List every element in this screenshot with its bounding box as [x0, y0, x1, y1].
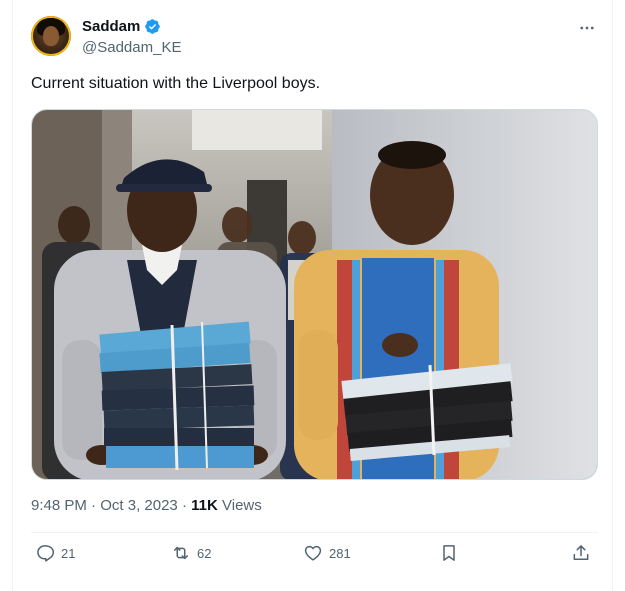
tweet-header: Saddam @Saddam_KE [31, 16, 601, 60]
reply-icon [37, 545, 55, 562]
like-button[interactable]: 281 [303, 543, 351, 563]
timeline-border-left [12, 0, 13, 591]
repost-count: 62 [197, 545, 212, 561]
handle[interactable]: @Saddam_KE [82, 39, 181, 56]
left-book-stack [99, 321, 255, 471]
tweet-date[interactable]: Oct 3, 2023 [100, 497, 178, 514]
name-row: Saddam [82, 18, 161, 35]
timeline-border-right [612, 0, 613, 591]
share-button[interactable] [571, 543, 591, 563]
meta-separator: · [91, 497, 101, 514]
views-count[interactable]: 11K [191, 497, 218, 514]
verified-badge-icon [145, 19, 161, 34]
like-count: 281 [329, 545, 351, 561]
more-horizontal-icon[interactable] [577, 18, 597, 38]
photo-illustration [32, 110, 597, 479]
avatar[interactable] [31, 16, 71, 56]
bookmark-icon [443, 545, 455, 561]
repost-button[interactable]: 62 [171, 543, 211, 563]
tweet-meta: 9:48 PM · Oct 3, 2023 · 11K Views [31, 497, 262, 514]
repost-icon [174, 546, 188, 560]
heart-icon [304, 545, 322, 561]
tweet-text: Current situation with the Liverpool boy… [31, 75, 321, 92]
share-icon [573, 545, 589, 560]
action-bar: 21 62 281 [31, 543, 598, 569]
display-name[interactable]: Saddam [82, 18, 140, 35]
bookmark-button[interactable] [439, 543, 459, 563]
tweet-media-photo[interactable] [31, 109, 598, 480]
reply-button[interactable]: 21 [35, 543, 75, 563]
avatar-face [43, 26, 59, 46]
reply-count: 21 [61, 545, 76, 561]
meta-separator-2: · [181, 497, 192, 514]
action-divider [31, 532, 598, 533]
views-label[interactable]: Views [222, 497, 262, 514]
tweet-time[interactable]: 9:48 PM [31, 497, 87, 514]
